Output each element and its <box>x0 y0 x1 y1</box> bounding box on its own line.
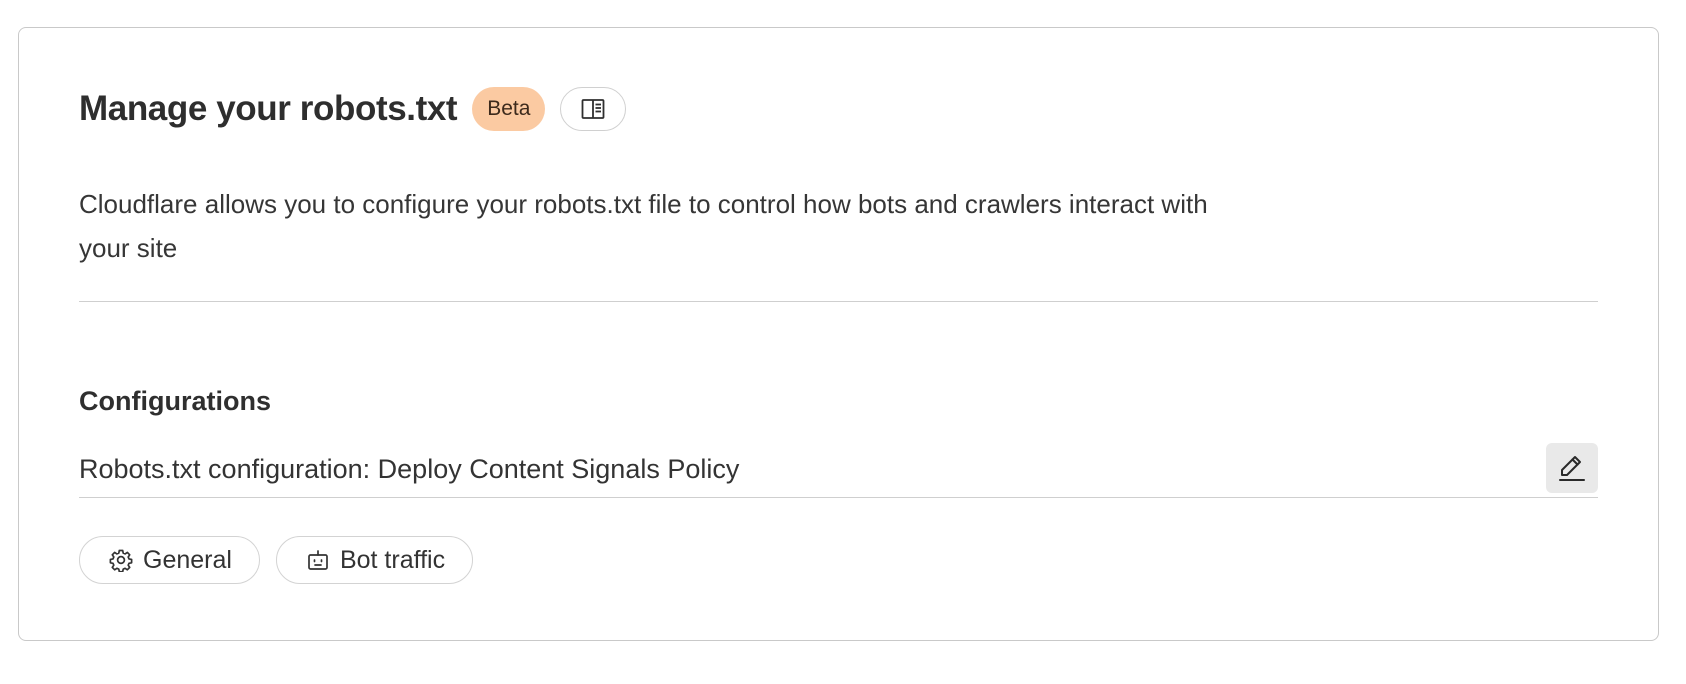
robot-icon <box>306 548 330 572</box>
configuration-row: Robots.txt configuration: Deploy Content… <box>79 443 1598 496</box>
tag-general[interactable]: General <box>79 536 260 584</box>
pencil-icon <box>1558 453 1586 483</box>
robots-txt-card: Manage your robots.txt Beta Cloudflare a… <box>18 27 1659 641</box>
book-open-icon <box>581 98 605 120</box>
gear-icon <box>109 548 133 572</box>
tag-list: General Bot traffic <box>79 536 474 584</box>
documentation-button[interactable] <box>560 87 627 131</box>
card-title: Manage your robots.txt <box>79 89 458 128</box>
configuration-value: Robots.txt configuration: Deploy Content… <box>79 454 740 484</box>
tag-bot-traffic[interactable]: Bot traffic <box>275 536 474 584</box>
edit-configuration-button[interactable] <box>1546 443 1598 493</box>
card-content: Manage your robots.txt Beta Cloudflare a… <box>79 28 1598 640</box>
card-description: Cloudflare allows you to configure your … <box>79 189 1208 263</box>
beta-badge: Beta <box>472 87 546 131</box>
tag-label: Bot traffic <box>339 545 446 574</box>
card-header: Manage your robots.txt Beta <box>79 86 627 132</box>
section-divider <box>79 301 1598 302</box>
row-divider <box>79 497 1598 498</box>
configurations-heading: Configurations <box>79 386 271 416</box>
tag-label: General <box>143 545 232 574</box>
